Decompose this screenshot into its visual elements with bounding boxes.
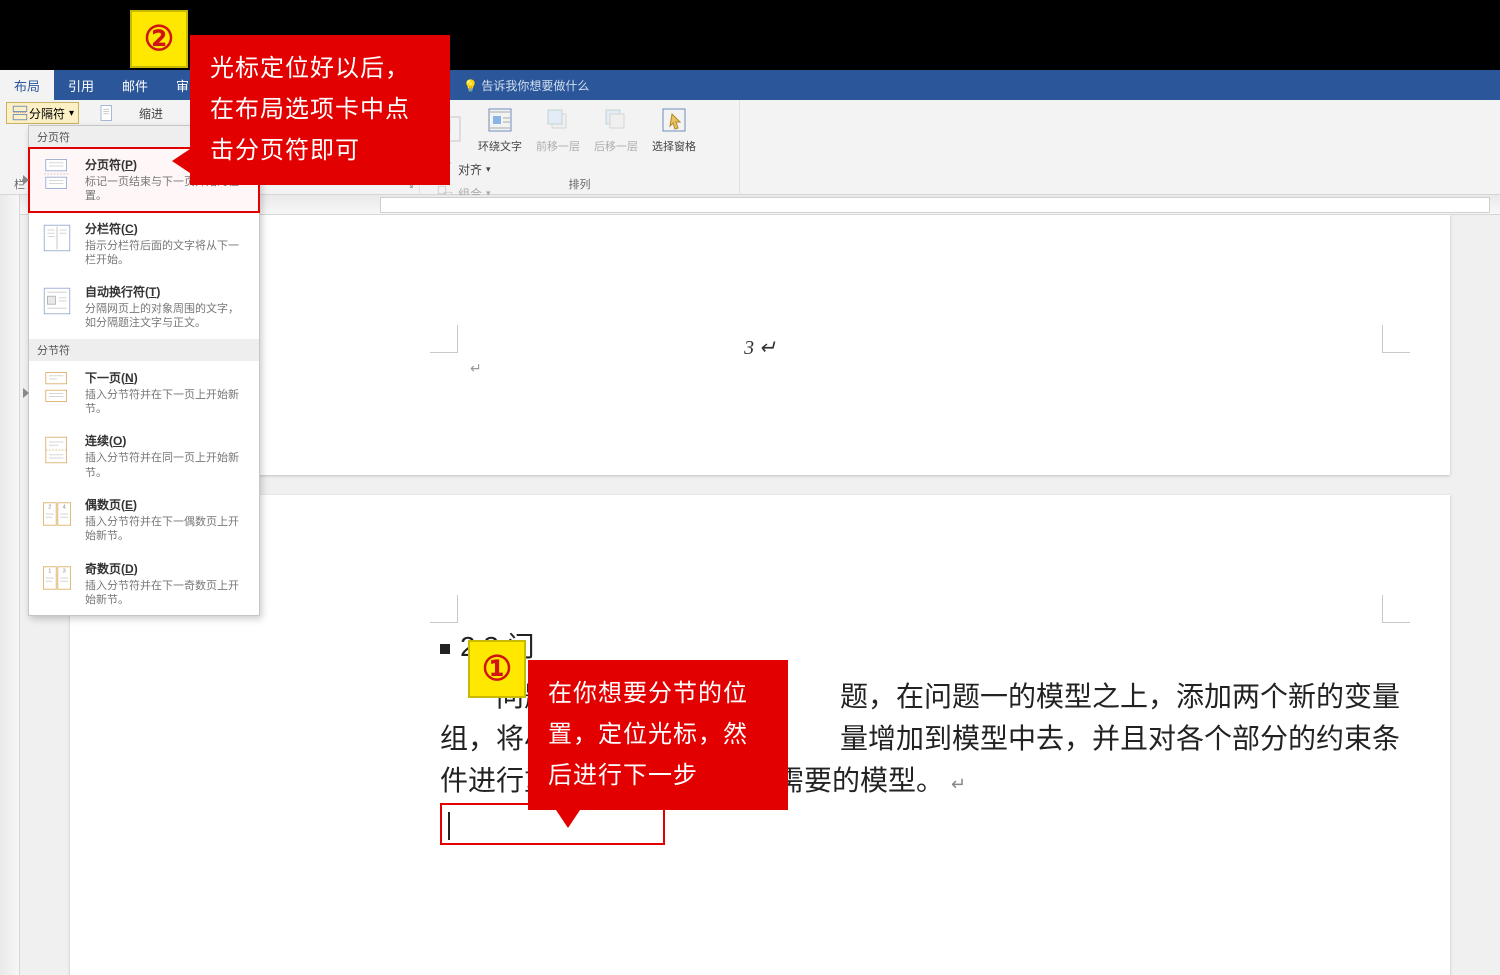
- svg-text:3: 3: [63, 568, 66, 574]
- breaks-dropdown: 分页符 分页符(P) 标记一页结束与下一页开始的位置。 分栏符(C) 指示分栏符…: [28, 125, 260, 616]
- tell-me-search[interactable]: 💡 告诉我你想要做什么: [463, 77, 589, 94]
- submenu-indicator-icon: [23, 388, 29, 398]
- annotation-number-badge: ①: [468, 640, 526, 698]
- wrap-text-icon: [484, 104, 516, 136]
- dropdown-item-desc: 插入分节符并在下一页上开始新节。: [85, 388, 249, 417]
- dropdown-item-continuous[interactable]: 连续(O) 插入分节符并在同一页上开始新节。: [29, 424, 259, 488]
- tab-mailings[interactable]: 邮件: [108, 70, 162, 100]
- paragraph-mark-icon: ↵: [951, 774, 966, 794]
- annotation-bubble: 在你想要分节的位置，定位光标，然后进行下一步: [528, 660, 788, 810]
- margin-corner-icon: [1382, 595, 1410, 623]
- even-page-section-icon: 24: [39, 496, 75, 532]
- tell-me-label: 告诉我你想要做什么: [481, 79, 589, 93]
- selection-pane-label: 选择窗格: [652, 138, 696, 154]
- tab-references[interactable]: 引用: [54, 70, 108, 100]
- dropdown-item-title: 自动换行符(T): [85, 283, 249, 300]
- margin-corner-icon: [1382, 325, 1410, 353]
- ribbon-group-arrange: 环绕文字 前移一层 后移一层 选择窗格: [420, 100, 740, 194]
- wrap-text-button[interactable]: 环绕文字: [472, 102, 528, 156]
- send-backward-icon: [600, 104, 632, 136]
- column-break-icon: [39, 220, 75, 256]
- selection-pane-icon: [658, 104, 690, 136]
- breaks-icon: [11, 104, 29, 122]
- dropdown-item-desc: 插入分节符并在下一奇数页上开始新节。: [85, 579, 249, 608]
- bullet-icon: [440, 644, 450, 654]
- hyphenation-button[interactable]: [85, 102, 129, 124]
- dropdown-item-title: 连续(O): [85, 432, 249, 449]
- dropdown-item-desc: 分隔网页上的对象周围的文字，如分隔题注文字与正文。: [85, 302, 249, 331]
- ruler-active-region[interactable]: [380, 197, 1490, 213]
- align-label: 对齐: [458, 161, 482, 178]
- dropdown-item-desc: 指示分栏符后面的文字将从下一栏开始。: [85, 239, 249, 268]
- dropdown-item-next-page[interactable]: 下一页(N) 插入分节符并在下一页上开始新节。: [29, 361, 259, 425]
- page-break-icon: [39, 156, 75, 192]
- continuous-section-icon: [39, 432, 75, 468]
- page-icon: [98, 104, 116, 122]
- next-page-section-icon: [39, 369, 75, 405]
- dropdown-item-even-page[interactable]: 24 偶数页(E) 插入分节符并在下一偶数页上开始新节。: [29, 488, 259, 552]
- dropdown-item-column-break[interactable]: 分栏符(C) 指示分栏符后面的文字将从下一栏开始。: [29, 212, 259, 276]
- body-segment: 题，在问题一的模型之上，添加两个新的变量: [840, 682, 1400, 713]
- margin-corner-icon: [430, 325, 458, 353]
- dropdown-item-title: 偶数页(E): [85, 496, 249, 513]
- dropdown-item-title: 奇数页(D): [85, 560, 249, 577]
- group-label-arrange: 排列: [420, 176, 739, 192]
- breaks-button[interactable]: 分隔符 ▾: [6, 102, 79, 124]
- svg-text:4: 4: [63, 504, 66, 510]
- paragraph-mark-icon: ↵: [759, 337, 776, 359]
- dropdown-item-text-wrapping-break[interactable]: 自动换行符(T) 分隔网页上的对象周围的文字，如分隔题注文字与正文。: [29, 275, 259, 339]
- dropdown-section-section-breaks: 分节符: [29, 339, 259, 361]
- dropdown-item-desc: 插入分节符并在同一页上开始新节。: [85, 451, 249, 480]
- doc-heading[interactable]: 2.3 问: [70, 625, 1450, 665]
- dropdown-arrow-icon: ▾: [69, 108, 74, 119]
- bring-forward-icon: [542, 104, 574, 136]
- ruler-vertical[interactable]: [0, 195, 20, 975]
- send-backward-label: 后移一层: [594, 138, 638, 154]
- margin-corner-icon: [430, 595, 458, 623]
- dropdown-item-title: 分栏符(C): [85, 220, 249, 237]
- submenu-indicator-icon: [23, 175, 29, 185]
- indent-label: 缩进: [135, 102, 167, 124]
- dropdown-item-title: 下一页(N): [85, 369, 249, 386]
- odd-page-section-icon: 13: [39, 560, 75, 596]
- tab-layout[interactable]: 布局: [0, 70, 54, 100]
- annotation-bubble: 光标定位好以后，在布局选项卡中点击分页符即可: [190, 35, 450, 185]
- svg-text:2: 2: [48, 504, 51, 510]
- dropdown-item-desc: 插入分节符并在下一偶数页上开始新节。: [85, 515, 249, 544]
- selection-pane-button[interactable]: 选择窗格: [646, 102, 702, 156]
- bring-forward-label: 前移一层: [536, 138, 580, 154]
- body-segment: 量增加到模型中去，并且对各个部分的约束条: [840, 724, 1400, 755]
- send-backward-button[interactable]: 后移一层: [588, 102, 644, 156]
- page-number: 3 ↵: [744, 335, 776, 360]
- text-wrapping-break-icon: [39, 283, 75, 319]
- paragraph-mark-icon: ↵: [470, 360, 482, 377]
- wrap-text-label: 环绕文字: [478, 138, 522, 154]
- dropdown-item-odd-page[interactable]: 13 奇数页(D) 插入分节符并在下一奇数页上开始新节。: [29, 552, 259, 616]
- svg-text:1: 1: [48, 568, 51, 574]
- text-cursor: [448, 812, 450, 840]
- bring-forward-button[interactable]: 前移一层: [530, 102, 586, 156]
- breaks-button-label: 分隔符: [29, 105, 65, 122]
- page-upper[interactable]: 3 ↵ ↵: [70, 215, 1450, 475]
- annotation-number-badge: ②: [130, 10, 188, 68]
